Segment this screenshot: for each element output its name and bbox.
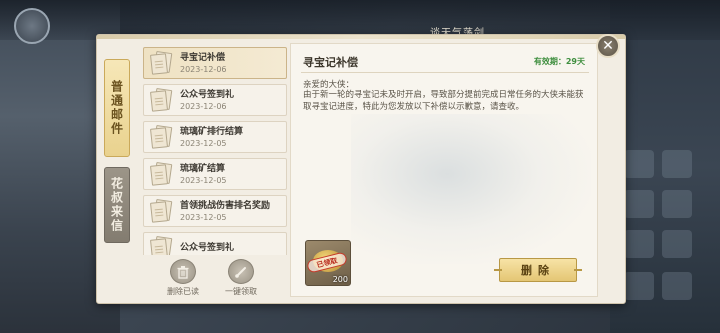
delete-read-button[interactable]: 删除已读 bbox=[155, 259, 211, 297]
mail-date: 2023-12-05 bbox=[180, 175, 227, 185]
envelope-icon bbox=[149, 87, 173, 112]
reward-item[interactable]: 已领取 200 bbox=[305, 240, 351, 286]
reward-count: 200 bbox=[332, 275, 348, 284]
mail-item[interactable]: 琉璃矿结算 2023-12-05 bbox=[143, 158, 287, 190]
detail-divider bbox=[301, 72, 589, 73]
claim-all-label: 一键领取 bbox=[225, 287, 257, 296]
mail-panel: 普通邮件 花叔来信 寻宝记补偿 2023-12-06 公众号签到礼 2023-1… bbox=[96, 34, 626, 304]
brush-icon bbox=[228, 259, 254, 284]
delete-button[interactable]: 删除 bbox=[494, 258, 582, 282]
background-tile bbox=[662, 150, 692, 178]
mail-date: 2023-12-05 bbox=[180, 138, 227, 148]
background-tile bbox=[662, 190, 692, 218]
envelope-icon bbox=[149, 50, 173, 75]
background-tile bbox=[662, 230, 692, 258]
mail-item[interactable]: 首领挑战伤害排名奖励 2023-12-05 bbox=[143, 195, 287, 227]
mail-title: 琉璃矿结算 bbox=[180, 163, 226, 174]
mail-title: 寻宝记补偿 bbox=[180, 52, 226, 63]
mail-title: 首领挑战伤害排名奖励 bbox=[180, 200, 271, 211]
tab-uncle-letters[interactable]: 花叔来信 bbox=[104, 167, 130, 243]
mail-item[interactable]: 公众号签到礼 2023-12-06 bbox=[143, 84, 287, 116]
envelope-icon bbox=[149, 124, 173, 149]
mail-date: 2023-12-05 bbox=[180, 212, 227, 222]
ink-wash-decoration bbox=[351, 114, 591, 264]
background-tile bbox=[624, 150, 654, 178]
detail-title: 寻宝记补偿 bbox=[303, 56, 358, 69]
mail-item[interactable]: 寻宝记补偿 2023-12-06 bbox=[143, 47, 287, 79]
background-tile bbox=[624, 272, 654, 300]
close-icon[interactable]: ✕ bbox=[596, 34, 620, 58]
background-tile bbox=[624, 230, 654, 258]
mail-detail: 寻宝记补偿 有效期：29天 亲爱的大侠： 由于新一轮的寻宝记未及时开启，导致部分… bbox=[290, 43, 598, 297]
envelope-icon bbox=[149, 161, 173, 186]
mail-date: 2023-12-06 bbox=[180, 64, 227, 74]
envelope-icon bbox=[149, 198, 173, 223]
background-right bbox=[610, 0, 720, 333]
mail-body: 由于新一轮的寻宝记未及时开启，导致部分提前完成日常任务的大侠未能获取寻宝记进度，… bbox=[303, 90, 584, 112]
mail-date: 2023-12-06 bbox=[180, 101, 227, 111]
delete-read-label: 删除已读 bbox=[167, 287, 199, 296]
mail-title: 琉璃矿排行结算 bbox=[180, 126, 244, 137]
mail-item[interactable]: 琉璃矿排行结算 2023-12-05 bbox=[143, 121, 287, 153]
mail-title: 公众号签到礼 bbox=[180, 243, 235, 253]
tab-normal-mail[interactable]: 普通邮件 bbox=[104, 59, 130, 157]
trash-icon bbox=[170, 259, 196, 284]
background-tile bbox=[662, 272, 692, 300]
envelope-icon bbox=[149, 235, 173, 255]
expiry-label: 有效期：29天 bbox=[533, 57, 585, 66]
player-avatar[interactable] bbox=[14, 8, 50, 44]
mail-item[interactable]: 公众号签到礼 bbox=[143, 232, 287, 255]
mail-list[interactable]: 寻宝记补偿 2023-12-06 公众号签到礼 2023-12-06 琉璃矿排行… bbox=[143, 47, 287, 255]
claim-all-button[interactable]: 一键领取 bbox=[213, 259, 269, 297]
panel-top-border bbox=[97, 35, 625, 39]
mail-title: 公众号签到礼 bbox=[180, 89, 235, 100]
background-tile bbox=[624, 190, 654, 218]
